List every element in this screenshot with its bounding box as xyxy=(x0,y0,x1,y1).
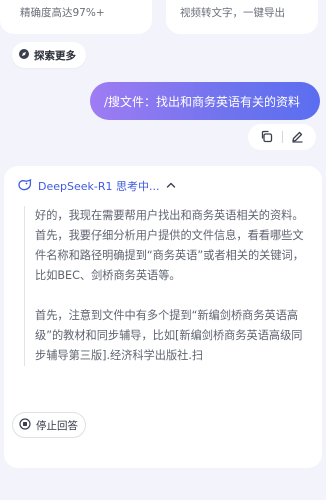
user-message-text: /搜文件：找出和商务英语有关的资料 xyxy=(104,94,301,109)
feature-card-accuracy-text: 精确度高达97%+ xyxy=(20,7,105,19)
explore-more-button[interactable]: 探索更多 xyxy=(12,42,86,68)
message-actions xyxy=(248,124,316,150)
copy-icon[interactable] xyxy=(260,128,273,147)
feature-card-video-text: 视频转文字，一键导出 xyxy=(180,7,285,19)
thinking-title: DeepSeek-R1 思考中... xyxy=(38,180,160,193)
edit-icon[interactable] xyxy=(291,128,304,147)
user-message-bubble: /搜文件：找出和商务英语有关的资料 xyxy=(90,82,320,120)
reasoning-content: 好的，我现在需要帮用户找出和商务英语相关的资料。首先，我要仔细分析用户提供的文件… xyxy=(24,206,310,366)
stop-answer-button[interactable]: 停止回答 xyxy=(12,412,86,438)
feature-card-accuracy[interactable]: 精确度高达97%+ xyxy=(0,0,152,34)
chevron-up-icon[interactable] xyxy=(165,179,177,194)
feature-card-video-to-text[interactable]: 视频转文字，一键导出 xyxy=(166,0,318,34)
reasoning-paragraph: 好的，我现在需要帮用户找出和商务英语相关的资料。首先，我要仔细分析用户提供的文件… xyxy=(35,209,304,282)
reasoning-paragraph: 首先，注意到文件中有多个提到“新编剑桥商务英语高级”的教材和同步辅导，比如[新编… xyxy=(35,309,303,362)
explore-icon xyxy=(18,48,30,63)
thinking-header[interactable]: DeepSeek-R1 思考中... xyxy=(18,178,308,194)
stop-answer-label: 停止回答 xyxy=(36,419,78,432)
deepseek-logo-icon xyxy=(18,178,32,194)
explore-more-label: 探索更多 xyxy=(34,49,76,62)
stop-icon xyxy=(19,417,31,433)
actions-divider xyxy=(281,131,283,143)
feature-cards: 精确度高达97%+ 视频转文字，一键导出 xyxy=(0,0,326,36)
